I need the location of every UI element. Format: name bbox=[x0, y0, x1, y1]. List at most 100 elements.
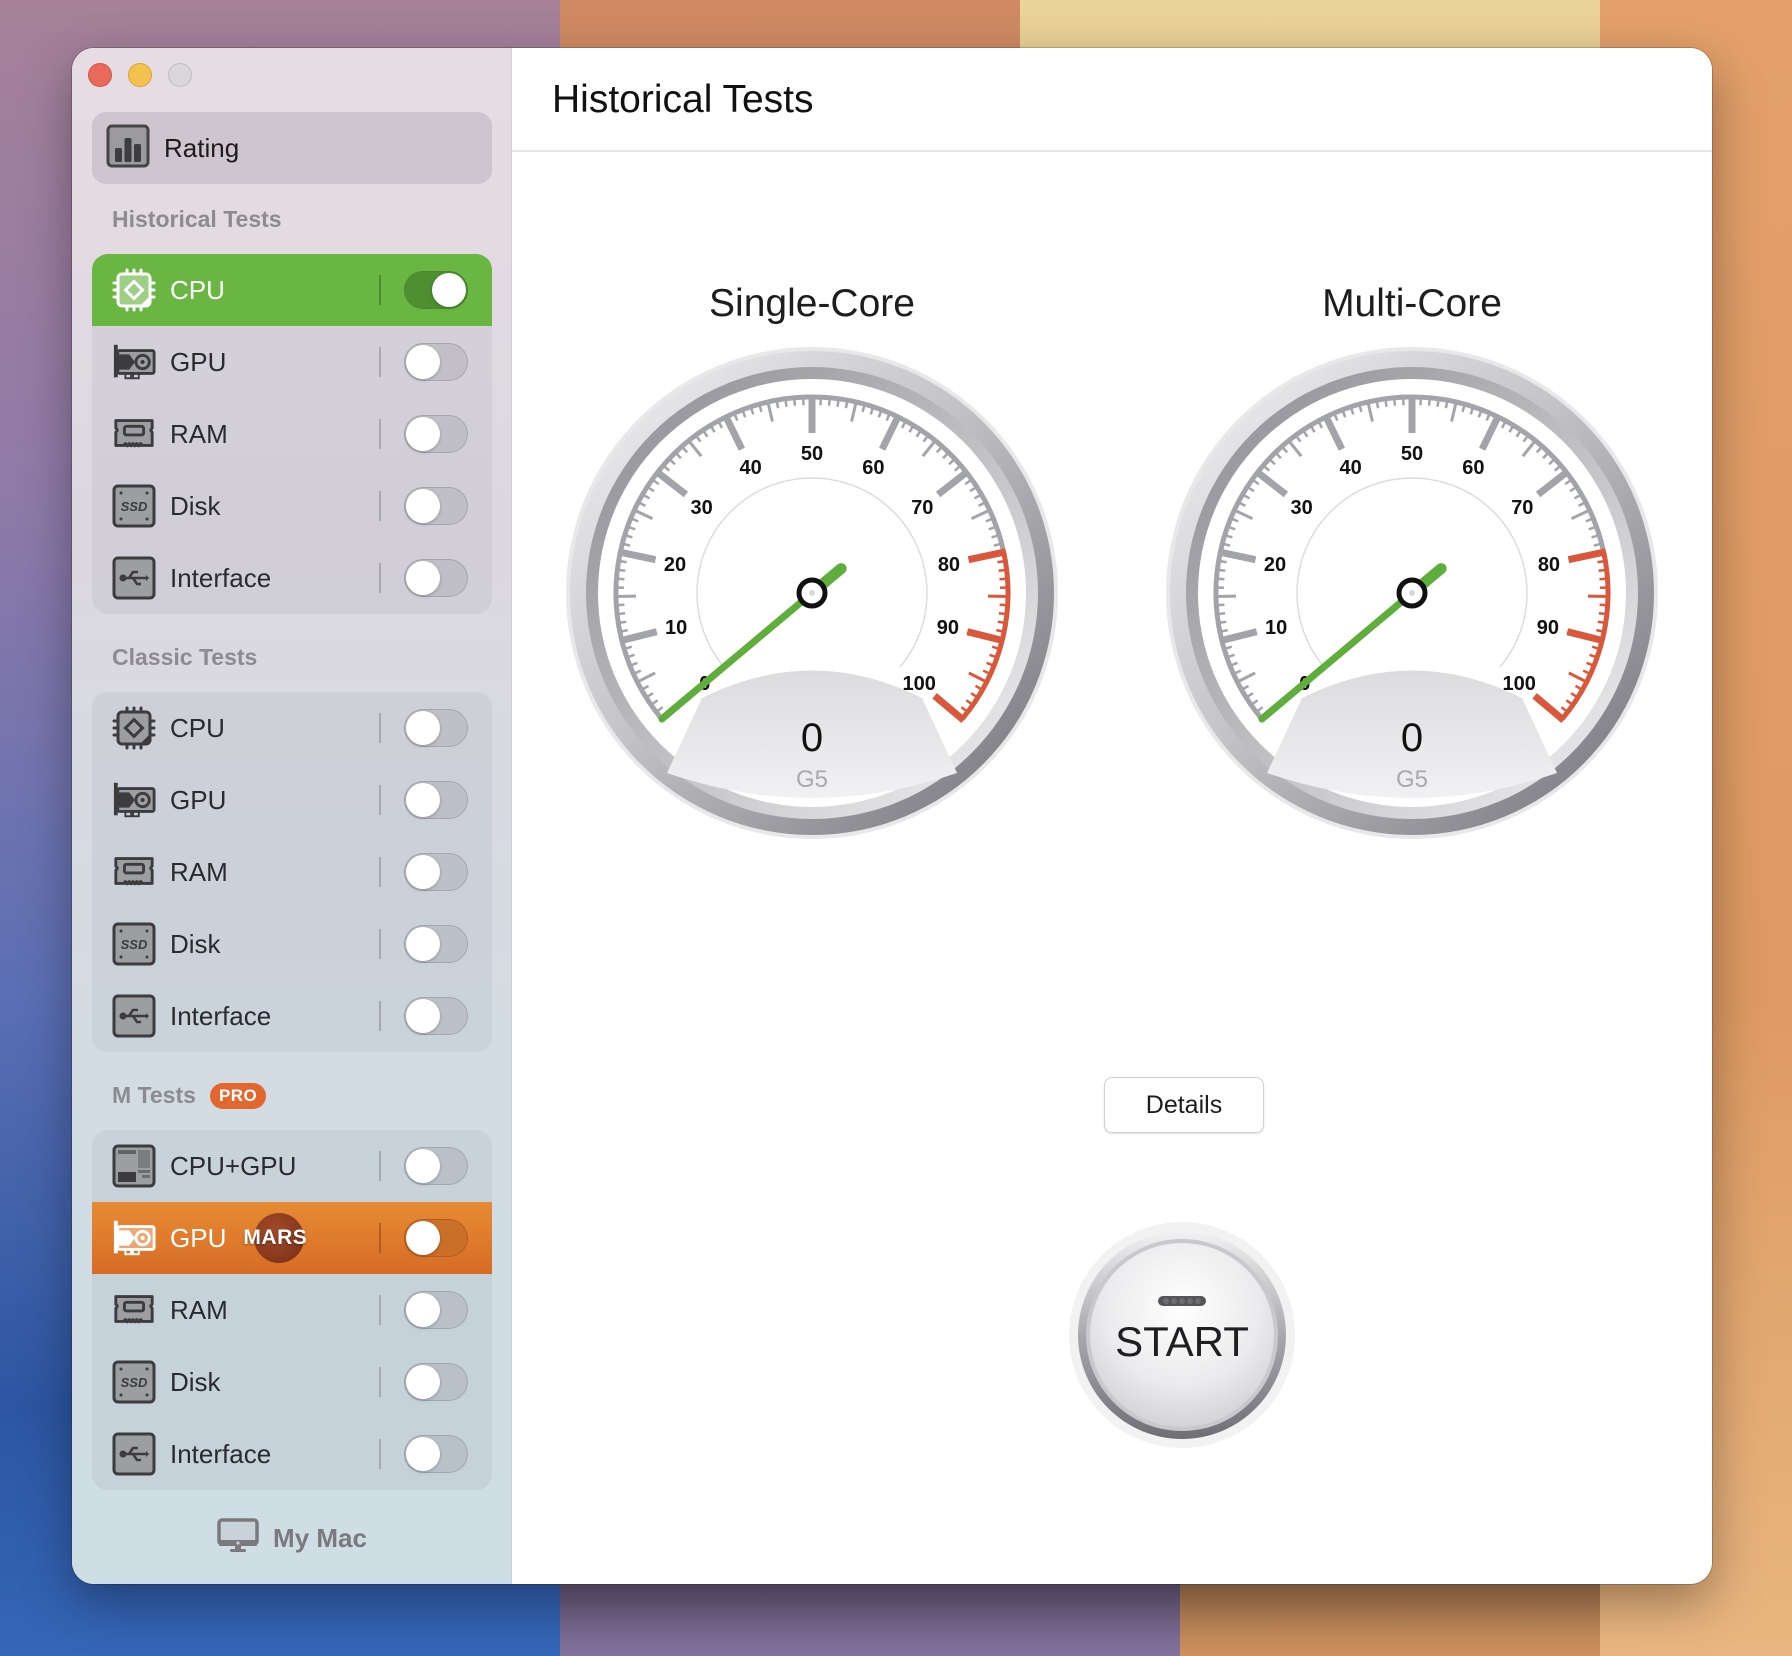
sidebar-item-cpu[interactable]: CPU bbox=[92, 254, 492, 326]
gauge-minor-tick bbox=[998, 568, 1009, 572]
sidebar-item-gpu[interactable]: GPU MARS bbox=[92, 1202, 492, 1274]
enable-toggle[interactable] bbox=[404, 709, 468, 747]
section-classic-tests: Classic Tests bbox=[112, 644, 257, 671]
page-title: Historical Tests bbox=[552, 78, 814, 121]
my-mac-button[interactable]: My Mac bbox=[72, 1518, 512, 1559]
enable-toggle[interactable] bbox=[404, 1363, 468, 1401]
section-title: M Tests bbox=[112, 1082, 196, 1108]
gauge-tick-label: 10 bbox=[665, 617, 687, 639]
toggle-knob bbox=[406, 855, 440, 889]
sidebar-item-interface[interactable]: Interface bbox=[92, 980, 492, 1052]
gauge-tick-label: 20 bbox=[664, 554, 686, 576]
enable-toggle[interactable] bbox=[404, 925, 468, 963]
toggle-knob bbox=[406, 417, 440, 451]
toggle-knob bbox=[406, 1149, 440, 1183]
gauge-tick-label: 50 bbox=[1401, 443, 1423, 465]
enable-toggle[interactable] bbox=[404, 487, 468, 525]
enable-toggle[interactable] bbox=[404, 415, 468, 453]
gauge-minor-tick bbox=[615, 568, 626, 572]
sidebar-item-ram[interactable]: RAM bbox=[92, 836, 492, 908]
multi-core-title: Multi-Core bbox=[1322, 282, 1502, 325]
enable-toggle[interactable] bbox=[404, 1147, 468, 1185]
row-divider bbox=[379, 347, 381, 377]
sidebar-item-ram[interactable]: RAM bbox=[92, 1274, 492, 1346]
section-historical-tests: Historical Tests bbox=[112, 206, 282, 233]
minimize-window-button[interactable] bbox=[128, 63, 152, 87]
toggle-knob bbox=[406, 1365, 440, 1399]
enable-toggle[interactable] bbox=[404, 997, 468, 1035]
section-title: Historical Tests bbox=[112, 206, 282, 232]
gpu-icon bbox=[112, 778, 156, 822]
sidebar: Rating Historical Tests CPU GPU RAM SSD … bbox=[72, 48, 512, 1584]
enable-toggle[interactable] bbox=[404, 1291, 468, 1329]
rating-button[interactable]: Rating bbox=[92, 112, 492, 184]
details-button[interactable]: Details bbox=[1104, 1077, 1264, 1133]
gauge-minor-tick bbox=[1599, 603, 1610, 607]
gauge-tick-label: 70 bbox=[1511, 497, 1533, 519]
gauge-minor-tick bbox=[827, 395, 832, 406]
historical-tests-group: CPU GPU RAM SSD Disk Interface bbox=[92, 254, 492, 614]
gauge-minor-tick bbox=[1214, 577, 1225, 581]
sidebar-item-gpu[interactable]: GPU bbox=[92, 326, 492, 398]
toggle-knob bbox=[406, 1437, 440, 1471]
row-divider bbox=[379, 1001, 381, 1031]
toggle-knob bbox=[432, 273, 466, 307]
gauge-minor-tick bbox=[844, 398, 849, 409]
enable-toggle[interactable] bbox=[404, 853, 468, 891]
sidebar-item-disk[interactable]: SSD Disk bbox=[92, 908, 492, 980]
gauge-minor-tick bbox=[1598, 568, 1609, 572]
row-divider bbox=[379, 1439, 381, 1469]
gauge-tick-label: 90 bbox=[1537, 617, 1559, 639]
enable-toggle[interactable] bbox=[404, 1435, 468, 1473]
gauge-minor-tick bbox=[1216, 620, 1227, 625]
close-window-button[interactable] bbox=[88, 63, 112, 87]
rating-label: Rating bbox=[164, 132, 240, 163]
imac-icon bbox=[217, 1518, 259, 1559]
enable-toggle[interactable] bbox=[404, 781, 468, 819]
gauge-minor-tick bbox=[1215, 568, 1226, 572]
sidebar-item-disk[interactable]: SSD Disk bbox=[92, 470, 492, 542]
ssd-icon: SSD bbox=[112, 922, 156, 966]
gauge-minor-tick bbox=[1427, 395, 1432, 406]
m-tests-group: CPU+GPU GPU MARS RAM SSD Disk Interface bbox=[92, 1130, 492, 1490]
enable-toggle[interactable] bbox=[404, 271, 468, 309]
toggle-knob bbox=[406, 1221, 440, 1255]
gauge-minor-tick bbox=[775, 398, 780, 409]
enable-toggle[interactable] bbox=[404, 343, 468, 381]
gauge-tick-label: 90 bbox=[937, 617, 959, 639]
my-mac-label: My Mac bbox=[273, 1523, 367, 1553]
sidebar-item-cpu[interactable]: CPU bbox=[92, 692, 492, 764]
sidebar-item-label: GPU bbox=[170, 1222, 227, 1253]
app-window: Rating Historical Tests CPU GPU RAM SSD … bbox=[72, 48, 1712, 1584]
sidebar-item-label: GPU bbox=[170, 346, 227, 377]
single-core-title: Single-Core bbox=[709, 282, 915, 325]
sidebar-item-interface[interactable]: Interface bbox=[92, 542, 492, 614]
maximize-window-button[interactable] bbox=[168, 63, 192, 87]
start-button[interactable]: START bbox=[1067, 1220, 1297, 1450]
enable-toggle[interactable] bbox=[404, 559, 468, 597]
gauge-tick-label: 30 bbox=[1291, 497, 1313, 519]
sidebar-item-gpu[interactable]: GPU bbox=[92, 764, 492, 836]
sidebar-item-cpu-gpu[interactable]: CPU+GPU bbox=[92, 1130, 492, 1202]
gauge-value: 0 bbox=[1401, 716, 1423, 760]
cpu-icon bbox=[112, 268, 156, 312]
row-divider bbox=[379, 713, 381, 743]
ssd-icon: SSD bbox=[112, 1360, 156, 1404]
gauge-unit: G5 bbox=[1396, 766, 1428, 793]
sidebar-item-ram[interactable]: RAM bbox=[92, 398, 492, 470]
row-divider bbox=[379, 785, 381, 815]
gauge-minor-tick bbox=[615, 612, 626, 616]
enable-toggle[interactable] bbox=[404, 1219, 468, 1257]
classic-tests-group: CPU GPU RAM SSD Disk Interface bbox=[92, 692, 492, 1052]
sidebar-item-interface[interactable]: Interface bbox=[92, 1418, 492, 1490]
sidebar-item-label: Interface bbox=[170, 1438, 272, 1469]
toggle-knob bbox=[406, 999, 440, 1033]
sidebar-item-label: Disk bbox=[170, 490, 221, 521]
gauge-minor-tick bbox=[1214, 603, 1225, 607]
desktop-wallpaper-band bbox=[560, 1584, 1200, 1656]
bar-chart-icon bbox=[106, 124, 150, 173]
gauge-unit: G5 bbox=[796, 766, 828, 793]
sidebar-item-disk[interactable]: SSD Disk bbox=[92, 1346, 492, 1418]
cpu-gpu-icon bbox=[112, 1144, 156, 1188]
gauge-tick-label: 50 bbox=[801, 443, 823, 465]
